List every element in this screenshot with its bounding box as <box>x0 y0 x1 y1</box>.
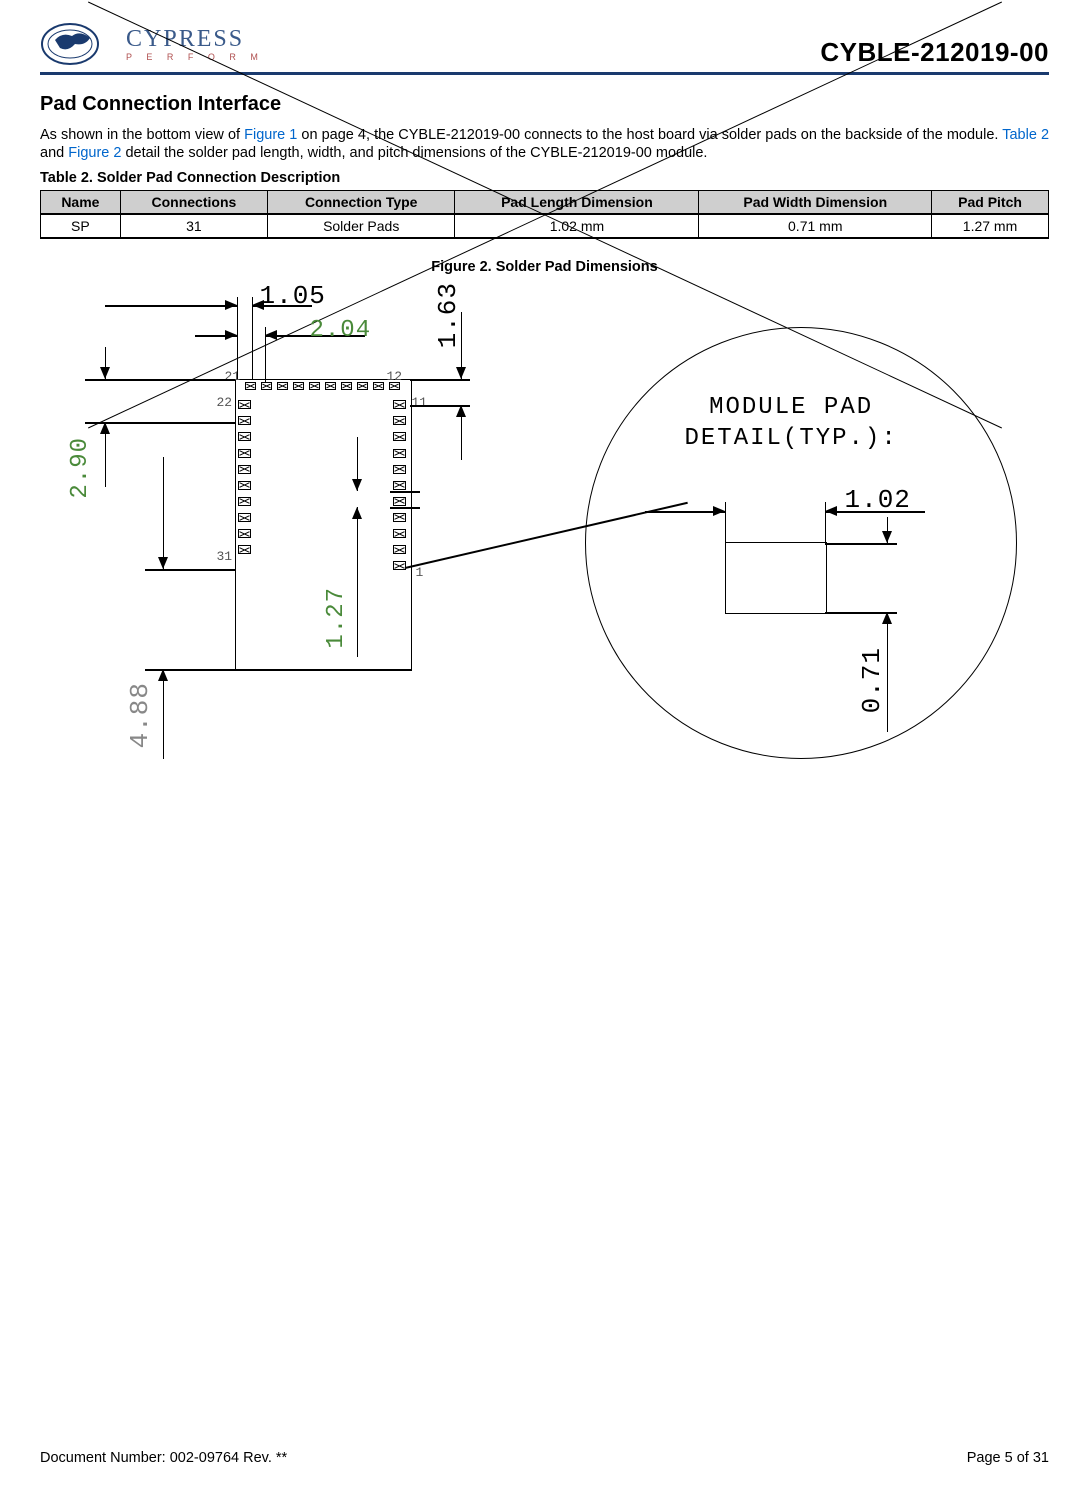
pin-11-label: 11 <box>412 395 428 410</box>
td-type: Solder Pads <box>268 215 455 238</box>
intro-paragraph: As shown in the bottom view of Figure 1 … <box>40 126 1049 162</box>
page-number: Page 5 of 31 <box>967 1450 1049 1466</box>
figure-drawing: 21 12 22 11 31 1 1.05 2.04 1.63 <box>45 287 1045 847</box>
pin-22-label: 22 <box>217 395 233 410</box>
doc-number: Document Number: 002-09764 Rev. ** <box>40 1450 287 1466</box>
th-pitch: Pad Pitch <box>932 191 1049 214</box>
table-row: SP 31 Solder Pads 1.02 mm 0.71 mm 1.27 m… <box>41 215 1049 238</box>
dim-1-02: 1.02 <box>845 485 911 515</box>
para-text: As shown in the bottom view of <box>40 127 244 143</box>
para-text: and <box>40 145 68 161</box>
dim-1-63: 1.63 <box>433 282 463 348</box>
th-name: Name <box>41 191 121 214</box>
logo-tagline: P E R F O R M <box>126 53 264 62</box>
td-length: 1.02 mm <box>455 215 699 238</box>
table-header-row: Name Connections Connection Type Pad Len… <box>41 191 1049 214</box>
dim-2-90: 2.90 <box>67 437 94 499</box>
dim-0-71: 0.71 <box>857 647 887 713</box>
section-title: Pad Connection Interface <box>40 93 1049 116</box>
page-footer: Document Number: 002-09764 Rev. ** Page … <box>40 1450 1049 1466</box>
page-header: CYPRESS P E R F O R M CYBLE-212019-00 <box>40 20 1049 75</box>
table-caption: Table 2. Solder Pad Connection Descripti… <box>40 170 1049 186</box>
logo: CYPRESS P E R F O R M <box>40 20 264 68</box>
table-2-link[interactable]: Table 2 <box>1002 127 1049 143</box>
pin-12-label: 12 <box>387 369 403 384</box>
dim-2-04: 2.04 <box>310 317 372 344</box>
dim-1-05: 1.05 <box>260 281 326 311</box>
para-text: on page 4, the CYBLE-212019-00 connects … <box>297 127 1002 143</box>
figure-1-link[interactable]: Figure 1 <box>244 127 297 143</box>
part-number: CYBLE-212019-00 <box>820 37 1049 68</box>
pad-col-left <box>238 400 251 554</box>
pad-col-right <box>393 400 406 570</box>
detail-title: MODULE PAD DETAIL(TYP.): <box>685 392 898 454</box>
pin-21-label: 21 <box>225 369 241 384</box>
dim-4-88: 4.88 <box>125 682 155 748</box>
logo-icon <box>40 20 120 68</box>
pad-row-top <box>245 382 400 390</box>
th-connections: Connections <box>120 191 267 214</box>
td-connections: 31 <box>120 215 267 238</box>
solder-pad-table: Name Connections Connection Type Pad Len… <box>40 190 1049 239</box>
figure-caption: Figure 2. Solder Pad Dimensions <box>40 259 1049 275</box>
td-pitch: 1.27 mm <box>932 215 1049 238</box>
dim-1-27: 1.27 <box>323 587 350 649</box>
th-width: Pad Width Dimension <box>699 191 932 214</box>
td-width: 0.71 mm <box>699 215 932 238</box>
th-length: Pad Length Dimension <box>455 191 699 214</box>
pin-1-label: 1 <box>416 565 424 580</box>
th-type: Connection Type <box>268 191 455 214</box>
td-name: SP <box>41 215 121 238</box>
pin-31-label: 31 <box>217 549 233 564</box>
figure-2-link[interactable]: Figure 2 <box>68 145 121 161</box>
detail-pad-rect <box>725 542 827 614</box>
